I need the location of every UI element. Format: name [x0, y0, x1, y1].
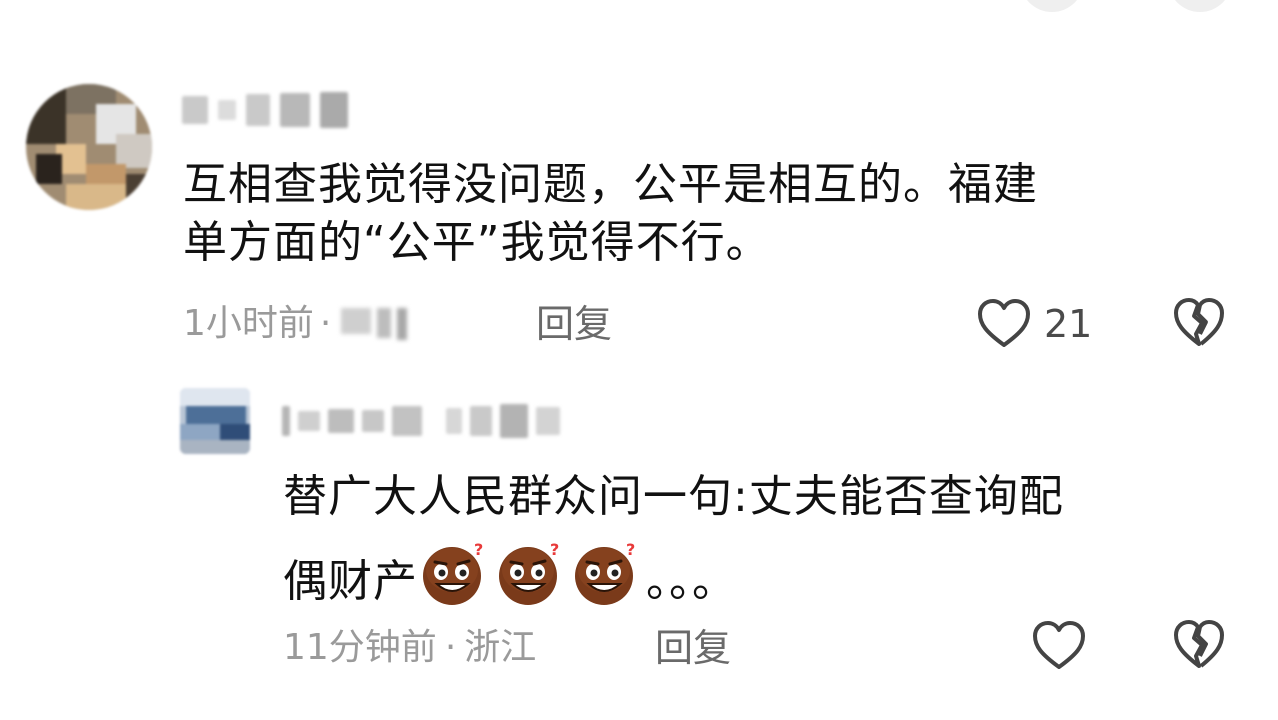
reply-time: 11分钟前	[283, 627, 437, 668]
reply-text-line-1: 替广大人民群众问一句:丈夫能否查询配	[283, 471, 1064, 522]
meta-dot: ·	[319, 303, 332, 344]
broken-heart-icon[interactable]	[1172, 296, 1226, 350]
comment-time: 1小时前	[183, 303, 314, 344]
reply-username[interactable]	[282, 404, 560, 438]
comment-meta: 1小时前 ·	[183, 303, 408, 344]
confused-face-emoji: ?	[418, 540, 490, 621]
heart-outline-icon[interactable]	[1031, 620, 1087, 672]
top-action-button-right[interactable]	[1168, 0, 1232, 12]
like-count: 21	[1044, 302, 1093, 346]
broken-heart-icon[interactable]	[1172, 618, 1226, 672]
reply-reply-button[interactable]: 回复	[655, 628, 731, 668]
meta-dot: ·	[444, 627, 457, 668]
reply-text-prefix: 偶财产	[283, 556, 418, 607]
blurred-location	[341, 308, 408, 340]
reply-text-suffix: 。。。	[646, 556, 737, 607]
reply-avatar[interactable]	[180, 388, 250, 454]
svg-text:?: ?	[626, 540, 636, 559]
reply-text-line-2: 偶财产 ? ? ? 。。。	[283, 540, 737, 621]
username[interactable]	[182, 92, 348, 128]
comment-text-line-2: 单方面的“公平”我觉得不行。	[183, 217, 771, 268]
reply-meta: 11分钟前 · 浙江	[283, 628, 536, 668]
avatar[interactable]	[26, 84, 152, 210]
reply-button[interactable]: 回复	[536, 304, 612, 344]
reply-location: 浙江	[464, 627, 537, 668]
confused-face-emoji: ?	[494, 540, 566, 621]
top-action-button-left[interactable]	[1020, 0, 1084, 12]
svg-text:?: ?	[550, 540, 560, 559]
svg-text:?: ?	[474, 540, 484, 559]
heart-outline-icon[interactable]	[976, 298, 1032, 350]
confused-face-emoji: ?	[570, 540, 642, 621]
comment-text-line-1: 互相查我觉得没问题，公平是相互的。福建	[183, 159, 1038, 210]
